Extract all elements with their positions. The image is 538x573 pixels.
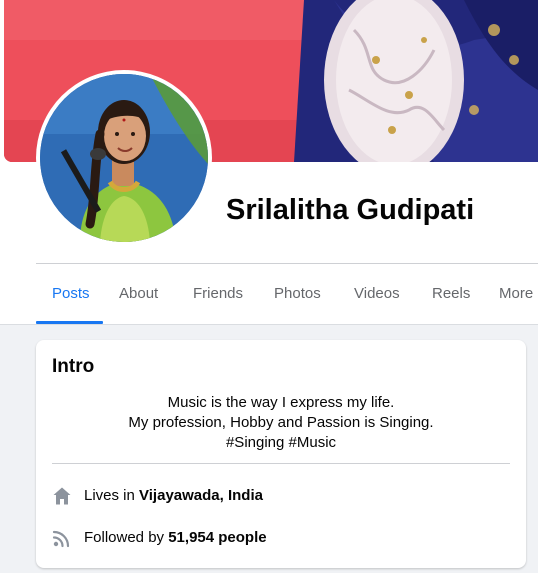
tab-more[interactable]: More (499, 264, 533, 324)
tab-reels[interactable]: Reels (432, 264, 470, 324)
active-tab-indicator (36, 321, 103, 324)
bio-line: My profession, Hobby and Passion is Sing… (128, 414, 434, 431)
bio-line: Music is the way I express my life. (167, 394, 395, 411)
intro-card: Intro Music is the way I express my life… (36, 340, 526, 568)
followers-text: Followed by 51,954 people (84, 529, 267, 547)
followers-prefix: Followed by (84, 529, 169, 546)
profile-name: Srilalitha Gudipati (226, 194, 475, 226)
bio-hashtags: #Singing #Music (225, 434, 337, 451)
intro-bio: Music is the way I express my life. My p… (52, 393, 510, 453)
lives-in-text: Lives in Vijayawada, India (84, 487, 263, 505)
profile-tabs: Posts About Friends Photos Videos Reels … (36, 264, 538, 324)
lives-in-place[interactable]: Vijayawada, India (139, 487, 263, 504)
tab-friends[interactable]: Friends (193, 264, 243, 324)
intro-divider (52, 463, 510, 464)
tab-photos[interactable]: Photos (274, 264, 321, 324)
lives-in-prefix: Lives in (84, 487, 140, 504)
tab-videos[interactable]: Videos (354, 264, 400, 324)
intro-title: Intro (52, 356, 95, 377)
profile-header: Srilalitha Gudipati Posts About Friends … (0, 0, 538, 325)
followers-count[interactable]: 51,954 people (168, 529, 266, 546)
tab-about[interactable]: About (119, 264, 158, 324)
profile-picture-frame[interactable] (36, 70, 212, 246)
home-icon (52, 486, 72, 506)
tab-posts[interactable]: Posts (52, 264, 90, 324)
avatar[interactable] (40, 74, 208, 242)
rss-icon (52, 528, 72, 548)
